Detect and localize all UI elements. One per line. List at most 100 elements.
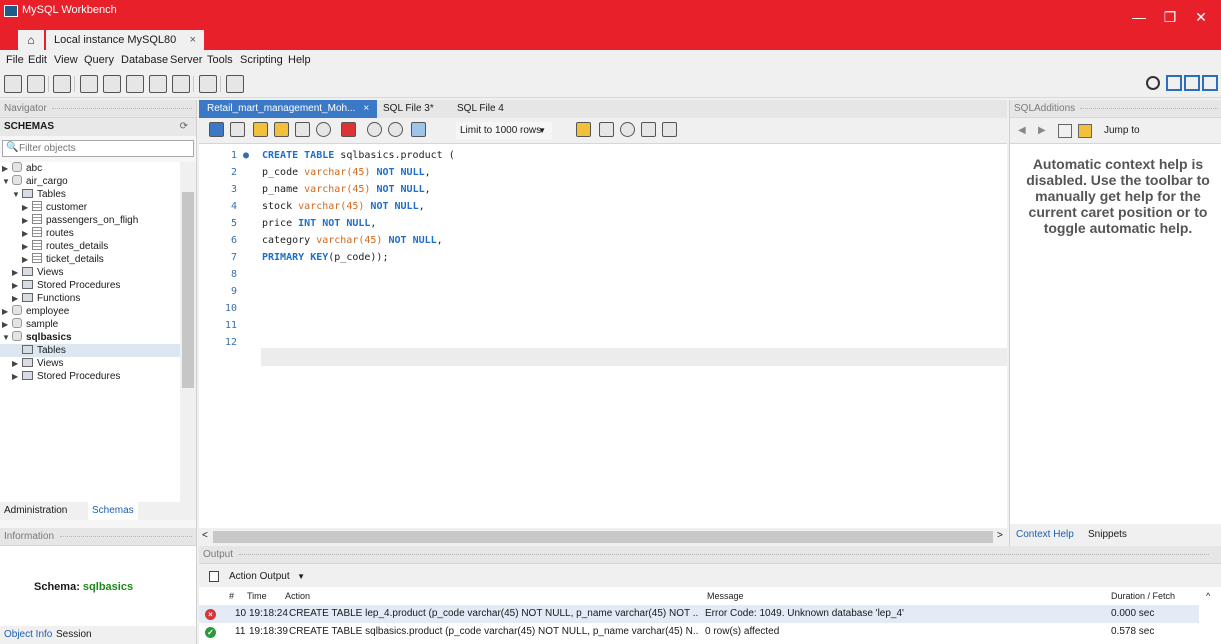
jump-to-label[interactable]: Jump to (1104, 118, 1140, 144)
expanded-arrow-icon[interactable]: ▼ (12, 188, 22, 201)
collapsed-arrow-icon[interactable]: ▶ (12, 292, 22, 305)
menu-edit[interactable]: Edit (28, 54, 47, 66)
tab-snippets[interactable]: Snippets (1088, 524, 1127, 546)
filter-box[interactable]: 🔍 (2, 140, 194, 157)
toggle-additions-icon[interactable] (1202, 75, 1218, 91)
find-icon[interactable] (620, 122, 635, 137)
tab-administration[interactable]: Administration (0, 502, 71, 520)
menu-view[interactable]: View (54, 54, 78, 66)
scroll-right-icon[interactable]: > (997, 530, 1003, 541)
tab-object-info[interactable]: Object Info (4, 626, 52, 644)
tree-folder-item[interactable]: ▶ Views (0, 266, 180, 279)
tree-schema-item[interactable]: ▶ sample (0, 318, 180, 331)
collapsed-arrow-icon[interactable]: ▶ (2, 162, 12, 175)
tab-session[interactable]: Session (56, 626, 92, 644)
tab-schemas[interactable]: Schemas (88, 502, 138, 520)
settings-icon[interactable] (1146, 76, 1160, 90)
code-line[interactable]: p_name varchar(45) NOT NULL, (262, 184, 431, 196)
reconnect-icon[interactable] (226, 75, 244, 93)
collapsed-arrow-icon[interactable]: ▶ (22, 253, 32, 266)
create-procedure-icon[interactable] (149, 75, 167, 93)
tree-schema-item[interactable]: ▼ sqlbasics (0, 331, 180, 344)
copy-icon[interactable] (209, 571, 219, 582)
stop-on-error-icon[interactable] (341, 122, 356, 137)
tree-folder-item[interactable]: ▶ Stored Procedures (0, 279, 180, 292)
refresh-icon[interactable]: ⟳ (180, 118, 188, 136)
output-type-select[interactable]: Action Output ▼ (207, 569, 313, 585)
restore-button[interactable]: ❐ (1157, 8, 1183, 26)
collapsed-arrow-icon[interactable]: ▶ (12, 370, 22, 383)
code-line[interactable]: p_code varchar(45) NOT NULL, (262, 167, 431, 179)
tree-schema-item[interactable]: ▼ air_cargo (0, 175, 180, 188)
menu-file[interactable]: File (6, 54, 24, 66)
tree-table-item[interactable]: ▶ passengers_on_fligh (0, 214, 180, 227)
collapsed-arrow-icon[interactable]: ▶ (22, 201, 32, 214)
minimize-button[interactable]: — (1126, 8, 1152, 26)
menu-scripting[interactable]: Scripting (240, 54, 283, 66)
rollback-icon[interactable] (388, 122, 403, 137)
tree-schema-item[interactable]: ▶ abc (0, 162, 180, 175)
menu-tools[interactable]: Tools (207, 54, 233, 66)
search-table-data-icon[interactable] (199, 75, 217, 93)
toggle-sidebar-icon[interactable] (1166, 75, 1182, 91)
execute-current-icon[interactable] (274, 122, 289, 137)
limit-rows-select[interactable]: Limit to 1000 rows ▼ (456, 122, 552, 139)
beautify-icon[interactable] (599, 122, 614, 137)
close-button[interactable]: ✕ (1188, 8, 1214, 26)
tree-table-item[interactable]: ▶ customer (0, 201, 180, 214)
connection-tab[interactable]: Local instance MySQL80 × (46, 30, 204, 50)
tree-table-item[interactable]: ▶ ticket_details (0, 253, 180, 266)
editor-horizontal-scrollbar[interactable]: < > (199, 528, 1007, 546)
inspector-icon[interactable] (53, 75, 71, 93)
table-row[interactable]: × 10 19:18:24 CREATE TABLE lep_4.product… (199, 605, 1199, 623)
code-line[interactable]: stock varchar(45) NOT NULL, (262, 201, 425, 213)
open-file-icon[interactable] (209, 122, 224, 137)
tree-scrollbar[interactable] (180, 162, 196, 502)
new-sql-tab-icon[interactable] (4, 75, 22, 93)
back-icon[interactable]: ◀ (1018, 118, 1026, 144)
invisible-chars-icon[interactable] (641, 122, 656, 137)
create-function-icon[interactable] (172, 75, 190, 93)
menu-help[interactable]: Help (288, 54, 311, 66)
scroll-up-icon[interactable]: ^ (1206, 591, 1210, 601)
code-line[interactable]: PRIMARY KEY(p_code)); (262, 252, 388, 264)
collapsed-arrow-icon[interactable]: ▶ (2, 318, 12, 331)
tree-folder-item[interactable]: ▼ Tables (0, 188, 180, 201)
collapsed-arrow-icon[interactable]: ▶ (12, 357, 22, 370)
word-wrap-icon[interactable] (662, 122, 677, 137)
collapsed-arrow-icon[interactable]: ▶ (22, 227, 32, 240)
execute-icon[interactable] (253, 122, 268, 137)
forward-icon[interactable]: ▶ (1038, 118, 1046, 144)
manual-help-icon[interactable] (1058, 124, 1072, 138)
collapsed-arrow-icon[interactable]: ▶ (12, 279, 22, 292)
tree-table-item[interactable]: ▶ routes (0, 227, 180, 240)
tab-retail-mart[interactable]: Retail_mart_management_Moh... × (199, 100, 378, 118)
open-sql-script-icon[interactable] (27, 75, 45, 93)
add-snippet-icon[interactable] (576, 122, 591, 137)
editor-scrollbar-thumb[interactable] (213, 531, 993, 543)
table-row[interactable]: ✓ 11 19:18:39 CREATE TABLE sqlbasics.pro… (199, 623, 1199, 641)
filter-objects-input[interactable] (19, 142, 189, 155)
save-icon[interactable] (230, 122, 245, 137)
tab-sql-file-3[interactable]: SQL File 3* (375, 100, 442, 118)
expanded-arrow-icon[interactable]: ▼ (2, 175, 12, 188)
scroll-left-icon[interactable]: < (202, 530, 208, 541)
collapsed-arrow-icon[interactable]: ▶ (22, 214, 32, 227)
code-line[interactable]: category varchar(45) NOT NULL, (262, 235, 443, 247)
tab-sql-file-4[interactable]: SQL File 4 (449, 100, 512, 118)
tree-folder-item[interactable]: ▶ Functions (0, 292, 180, 305)
tree-folder-item[interactable]: ▶ Stored Procedures (0, 370, 180, 383)
tree-scrollbar-thumb[interactable] (182, 192, 194, 388)
collapsed-arrow-icon[interactable]: ▶ (2, 305, 12, 318)
stop-icon[interactable] (316, 122, 331, 137)
collapsed-arrow-icon[interactable]: ▶ (22, 240, 32, 253)
close-tab-icon[interactable]: × (363, 103, 369, 114)
collapsed-arrow-icon[interactable]: ▶ (12, 266, 22, 279)
autocommit-icon[interactable] (411, 122, 426, 137)
tree-table-item[interactable]: ▶ routes_details (0, 240, 180, 253)
expanded-arrow-icon[interactable]: ▼ (2, 331, 12, 344)
tab-context-help[interactable]: Context Help (1016, 524, 1074, 546)
menu-server[interactable]: Server (170, 54, 202, 66)
home-tab[interactable]: ⌂ (18, 30, 44, 50)
explain-icon[interactable] (295, 122, 310, 137)
